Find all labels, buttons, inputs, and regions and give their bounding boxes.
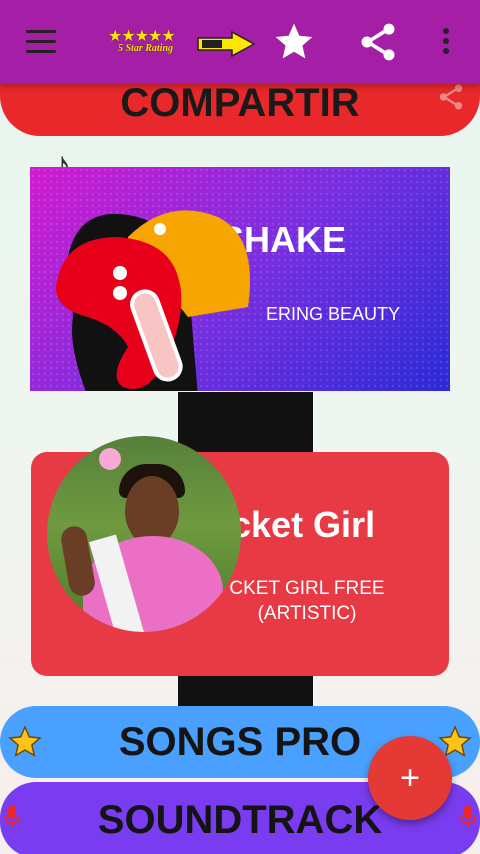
microphone-icon: [4, 805, 20, 827]
share-icon: [439, 84, 463, 110]
card-subtitle: CKET GIRL FREE (ARTISTIC): [227, 576, 387, 626]
microphone-icon: [460, 805, 476, 827]
song-card-shake[interactable]: SHAKE ERING BEAUTY: [30, 167, 450, 391]
star-icon: [8, 725, 42, 758]
share-icon[interactable]: [356, 20, 400, 64]
card-subtitle: ERING BEAUTY: [266, 304, 401, 324]
star-icon[interactable]: [272, 20, 316, 64]
app-bar: ★★★★★ 5 Star Rating: [0, 0, 480, 84]
card-subtitle-line2: (ARTISTIC): [257, 603, 357, 624]
more-vert-icon[interactable]: [438, 28, 454, 58]
arrow-icon: [197, 31, 256, 57]
songs-pro-label: SONGS PRO: [118, 719, 362, 764]
add-fab-button[interactable]: +: [368, 736, 452, 820]
card-title: cket Girl: [231, 504, 376, 545]
plus-icon: +: [400, 758, 420, 797]
menu-icon[interactable]: [26, 30, 56, 54]
rating-caption: 5 Star Rating: [118, 43, 174, 54]
compartir-label: COMPARTIR: [120, 80, 360, 125]
character-illustration: [56, 210, 250, 391]
profile-photo: [47, 436, 241, 632]
soundtrack-label: SOUNDTRACK: [97, 797, 383, 842]
rating-banner[interactable]: ★★★★★ 5 Star Rating: [108, 26, 256, 60]
card-subtitle-line1: CKET GIRL FREE: [229, 578, 385, 599]
